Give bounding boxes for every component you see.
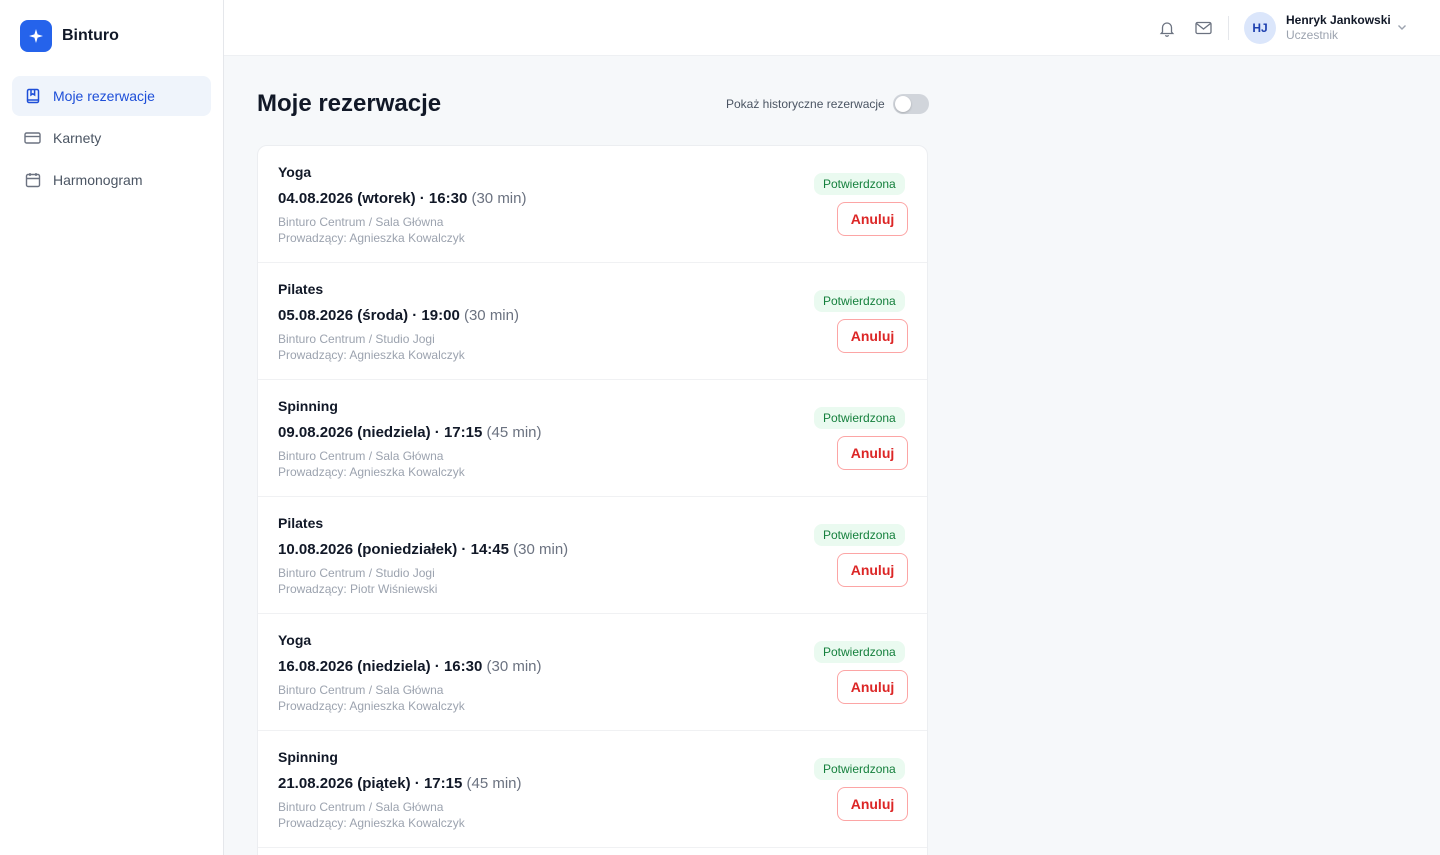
- class-datetime: 04.08.2026 (wtorek) · 16:30 (30 min): [278, 190, 526, 207]
- separator: ·: [430, 424, 444, 441]
- class-datetime: 05.08.2026 (środa) · 19:00 (30 min): [278, 307, 519, 324]
- brand[interactable]: Binturo: [0, 0, 223, 72]
- credit-card-icon: [24, 130, 41, 147]
- class-duration: (30 min): [463, 307, 519, 324]
- bookmark-book-icon: [24, 88, 41, 105]
- cancel-button[interactable]: Anuluj: [837, 436, 908, 470]
- class-duration: (45 min): [466, 775, 522, 792]
- class-name: Yoga: [278, 164, 312, 180]
- user-name: Henryk Jankowski: [1286, 13, 1391, 27]
- chevron-down-icon[interactable]: [1396, 20, 1408, 38]
- class-trainer: Prowadzący: Piotr Wiśniewski: [278, 582, 438, 596]
- history-toggle-label: Pokaż historyczne rezerwacje: [726, 97, 885, 111]
- class-location: Binturo Centrum / Sala Główna: [278, 215, 444, 229]
- reservation-row: Yoga 04.08.2026 (wtorek) · 16:30 (30 min…: [258, 146, 927, 263]
- class-date: 10.08.2026 (poniedziałek): [278, 541, 458, 558]
- page-title: Moje rezerwacje: [257, 90, 442, 117]
- class-trainer: Prowadzący: Agnieszka Kowalczyk: [278, 816, 465, 830]
- class-location: Binturo Centrum / Studio Jogi: [278, 332, 435, 346]
- sidebar: Binturo Moje rezerwacje Karnety Harmonog…: [0, 0, 224, 855]
- class-location: Binturo Centrum / Sala Główna: [278, 449, 444, 463]
- class-trainer: Prowadzący: Agnieszka Kowalczyk: [278, 465, 465, 479]
- separator: ·: [408, 307, 422, 324]
- topbar: HJ Henryk Jankowski Uczestnik: [224, 0, 1440, 56]
- topbar-divider: [1228, 16, 1229, 40]
- status-badge: Potwierdzona: [814, 407, 905, 429]
- separator: ·: [410, 775, 424, 792]
- class-time: 16:30: [443, 658, 483, 675]
- separator: ·: [457, 541, 471, 558]
- reservation-row: Pilates 05.08.2026 (środa) · 19:00 (30 m…: [258, 263, 927, 380]
- class-date: 05.08.2026 (środa): [278, 307, 409, 324]
- class-time: 19:00: [421, 307, 460, 324]
- class-name: Spinning: [278, 398, 338, 414]
- class-datetime: 21.08.2026 (piątek) · 17:15 (45 min): [278, 775, 522, 792]
- class-datetime: 10.08.2026 (poniedziałek) · 14:45 (30 mi…: [278, 541, 568, 558]
- sidebar-item-label: Moje rezerwacje: [53, 88, 155, 104]
- cancel-button[interactable]: Anuluj: [837, 787, 908, 821]
- sidebar-item-harmonogram[interactable]: Harmonogram: [12, 160, 211, 200]
- status-badge: Potwierdzona: [814, 173, 905, 195]
- class-name: Yoga: [278, 632, 312, 648]
- class-time: 14:45: [470, 541, 509, 558]
- cancel-button[interactable]: Anuluj: [837, 202, 908, 236]
- sidebar-nav: Moje rezerwacje Karnety Harmonogram: [0, 72, 223, 206]
- history-toggle: Pokaż historyczne rezerwacje: [726, 94, 929, 114]
- sidebar-item-moje-rezerwacje[interactable]: Moje rezerwacje: [12, 76, 211, 116]
- history-switch[interactable]: [892, 94, 929, 114]
- cancel-button[interactable]: Anuluj: [837, 670, 908, 704]
- cancel-button[interactable]: Anuluj: [837, 553, 908, 587]
- sidebar-item-karnety[interactable]: Karnety: [12, 118, 211, 158]
- sparkle-icon: [20, 20, 52, 52]
- status-badge: Potwierdzona: [814, 758, 905, 780]
- cancel-button[interactable]: Anuluj: [837, 319, 908, 353]
- class-duration: (30 min): [471, 190, 527, 207]
- class-trainer: Prowadzący: Agnieszka Kowalczyk: [278, 699, 465, 713]
- class-location: Binturo Centrum / Sala Główna: [278, 683, 444, 697]
- class-trainer: Prowadzący: Agnieszka Kowalczyk: [278, 231, 465, 245]
- class-trainer: Prowadzący: Agnieszka Kowalczyk: [278, 348, 465, 362]
- brand-name: Binturo: [62, 27, 119, 44]
- class-date: 21.08.2026 (piątek): [278, 775, 411, 792]
- class-duration: (45 min): [486, 424, 542, 441]
- class-time: 16:30: [428, 190, 468, 207]
- class-location: Binturo Centrum / Sala Główna: [278, 800, 444, 814]
- bell-icon[interactable]: [1157, 18, 1177, 38]
- class-location: Binturo Centrum / Studio Jogi: [278, 566, 435, 580]
- class-datetime: 16.08.2026 (niedziela) · 16:30 (30 min): [278, 658, 542, 675]
- calendar-icon: [24, 172, 41, 189]
- class-duration: (30 min): [513, 541, 569, 558]
- switch-knob: [894, 96, 911, 112]
- class-duration: (30 min): [486, 658, 542, 675]
- avatar: HJ: [1244, 12, 1276, 44]
- mail-icon[interactable]: [1193, 18, 1213, 38]
- reservation-row: Spinning 09.08.2026 (niedziela) · 17:15 …: [258, 380, 927, 497]
- sidebar-item-label: Karnety: [53, 130, 102, 146]
- sidebar-item-label: Harmonogram: [53, 172, 143, 188]
- reservation-row: Spinning 21.08.2026 (piątek) · 17:15 (45…: [258, 731, 927, 848]
- reservation-row: Yoga 16.08.2026 (niedziela) · 16:30 (30 …: [258, 614, 927, 731]
- user-role: Uczestnik: [1286, 28, 1339, 42]
- reservation-list: Yoga 04.08.2026 (wtorek) · 16:30 (30 min…: [257, 145, 928, 855]
- class-time: 17:15: [423, 775, 463, 792]
- user-menu[interactable]: HJ Henryk Jankowski Uczestnik: [1244, 12, 1414, 44]
- status-badge: Potwierdzona: [814, 641, 905, 663]
- class-name: Spinning: [278, 749, 338, 765]
- status-badge: Potwierdzona: [814, 524, 905, 546]
- user-info: Henryk Jankowski Uczestnik: [1286, 13, 1391, 43]
- class-date: 04.08.2026 (wtorek): [278, 190, 416, 207]
- status-badge: Potwierdzona: [814, 290, 905, 312]
- class-date: 16.08.2026 (niedziela): [278, 658, 431, 675]
- class-datetime: 09.08.2026 (niedziela) · 17:15 (45 min): [278, 424, 542, 441]
- separator: ·: [430, 658, 444, 675]
- class-time: 17:15: [443, 424, 483, 441]
- class-name: Pilates: [278, 515, 324, 531]
- class-date: 09.08.2026 (niedziela): [278, 424, 431, 441]
- class-name: Pilates: [278, 281, 324, 297]
- reservation-row: Pilates 10.08.2026 (poniedziałek) · 14:4…: [258, 497, 927, 614]
- separator: ·: [415, 190, 429, 207]
